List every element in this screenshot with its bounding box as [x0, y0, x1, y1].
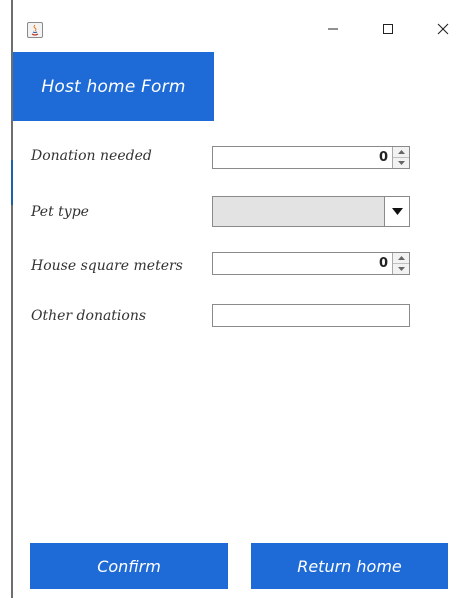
maximize-icon: [383, 24, 393, 34]
pet-type-select[interactable]: [212, 196, 410, 227]
minimize-icon: [328, 28, 338, 30]
close-icon: [437, 23, 449, 35]
square-meters-increment-button[interactable]: [393, 253, 409, 264]
square-meters-decrement-button[interactable]: [393, 264, 409, 274]
house-square-meters-label: House square meters: [31, 258, 183, 274]
maximize-button[interactable]: [370, 14, 406, 44]
other-donations-label: Other donations: [31, 308, 147, 324]
header-banner: Host home Form: [13, 52, 214, 121]
arrow-down-icon: [397, 161, 405, 165]
pet-type-label: Pet type: [31, 204, 89, 220]
donation-decrement-button[interactable]: [393, 158, 409, 168]
host-home-form-window: Host home Form Donation needed 0 Pet typ…: [0, 0, 452, 598]
pet-type-value: [213, 197, 384, 226]
house-square-meters-value[interactable]: 0: [213, 253, 392, 274]
close-button[interactable]: [425, 14, 452, 44]
donation-needed-arrows: [392, 147, 409, 168]
pet-type-dropdown-button[interactable]: [384, 197, 409, 226]
return-home-button[interactable]: Return home: [251, 543, 448, 589]
confirm-button[interactable]: Confirm: [30, 543, 228, 589]
arrow-up-icon: [397, 150, 405, 154]
donation-needed-spinner[interactable]: 0: [212, 146, 410, 169]
arrow-up-icon: [397, 256, 405, 260]
title-bar[interactable]: [13, 0, 452, 46]
house-square-meters-arrows: [392, 253, 409, 274]
page-title: Host home Form: [41, 76, 186, 97]
minimize-button[interactable]: [315, 14, 351, 44]
window-left-accent: [11, 160, 13, 205]
donation-increment-button[interactable]: [393, 147, 409, 158]
chevron-down-icon: [391, 208, 403, 215]
arrow-down-icon: [397, 267, 405, 271]
donation-needed-label: Donation needed: [31, 148, 152, 164]
java-app-icon: [27, 22, 43, 38]
house-square-meters-spinner[interactable]: 0: [212, 252, 410, 275]
donation-needed-value[interactable]: 0: [213, 147, 392, 168]
other-donations-input[interactable]: [212, 304, 410, 327]
